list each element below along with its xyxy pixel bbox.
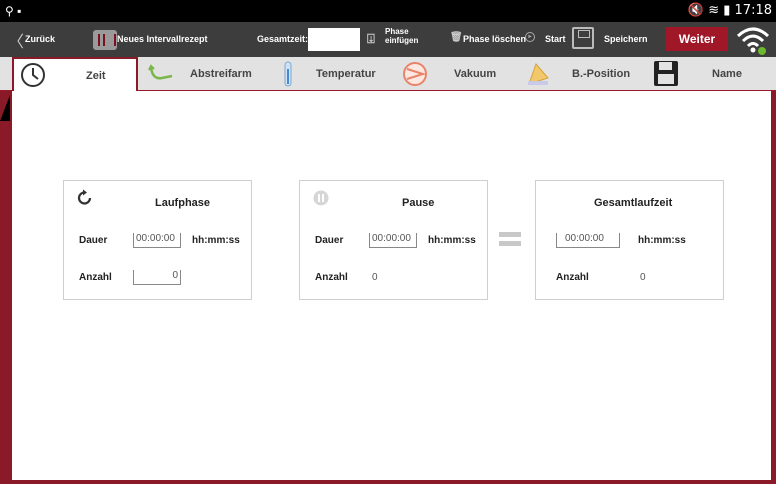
tab-b-position[interactable]: B.-Position (524, 57, 644, 91)
tab-label: Vakuum (454, 68, 497, 80)
insert-phase-button[interactable]: Phase einfügen (385, 27, 418, 45)
recipe-title: Neues Intervallrezept (117, 34, 208, 44)
save-button[interactable]: Speichern (604, 34, 648, 44)
tab-name[interactable]: Name (652, 57, 772, 91)
status-icons-left: ⚲ ▪ (5, 4, 22, 18)
pause-icon (313, 190, 329, 206)
app-logo-icon (93, 30, 117, 50)
run-duration-input[interactable]: 00:00:00 (133, 233, 181, 248)
floppy-disk-icon[interactable] (572, 27, 594, 49)
pause-duration-value: 00:00:00 (372, 233, 411, 244)
tab-label: Name (712, 68, 742, 80)
card-title: Laufphase (155, 197, 211, 209)
insert-phase-label-1: Phase (385, 27, 409, 36)
container-position-icon (528, 63, 549, 85)
count-label: Anzahl (315, 272, 348, 283)
count-label: Anzahl (79, 272, 112, 283)
refresh-icon (77, 189, 92, 205)
equals-icon (499, 232, 521, 247)
time-unit: hh:mm:ss (192, 235, 240, 246)
next-button[interactable]: Weiter (666, 27, 728, 51)
insert-phase-icon[interactable]: ⍗ (367, 31, 375, 47)
scraper-arm-icon (148, 64, 173, 80)
duration-label: Dauer (79, 235, 108, 246)
clock-icon (21, 63, 45, 87)
time-unit: hh:mm:ss (428, 235, 476, 246)
pause-duration-input[interactable]: 00:00:00 (369, 233, 417, 248)
tab-label: B.-Position (572, 68, 631, 80)
thermometer-icon (284, 61, 292, 87)
vacuum-icon (403, 62, 427, 86)
tab-label: Temperatur (316, 68, 376, 80)
status-icons-right: 🔇 ≋ ▮ 17:18 (688, 3, 772, 18)
back-button[interactable]: Zurück (25, 34, 55, 44)
status-icons: 🔇 ≋ ▮ (687, 3, 731, 18)
tab-bar: Zeit Abstreifarm Temperatur Vakuum B.-Po… (0, 57, 776, 92)
count-label: Anzahl (556, 272, 589, 283)
card-title: Pause (402, 197, 435, 209)
total-time-label: Gesamtzeit: (257, 34, 309, 44)
main-content: Laufphase Dauer 00:00:00 hh:mm:ss Anzahl… (12, 91, 771, 480)
tab-label: Abstreifarm (190, 68, 252, 80)
total-count-value: 0 (640, 272, 646, 283)
pointer-arrow-icon (0, 95, 10, 121)
run-phase-card: Laufphase Dauer 00:00:00 hh:mm:ss Anzahl… (63, 180, 252, 300)
start-button[interactable]: Start (545, 34, 566, 44)
tab-abstreifarm[interactable]: Abstreifarm (140, 57, 270, 91)
play-circle-icon[interactable]: ▸ (525, 32, 535, 42)
tab-label: Zeit (86, 70, 106, 82)
action-bar: 〈 Zurück Neues Intervallrezept Gesamtzei… (0, 22, 776, 57)
run-duration-value: 00:00:00 (136, 233, 175, 244)
status-bar: ⚲ ▪ 🔇 ≋ ▮ 17:18 (0, 0, 776, 22)
card-title: Gesamtlaufzeit (594, 197, 673, 209)
status-clock: 17:18 (734, 3, 772, 18)
delete-phase-button[interactable]: Phase löschen (463, 34, 526, 44)
time-unit: hh:mm:ss (638, 235, 686, 246)
pause-count-value: 0 (372, 272, 378, 283)
duration-label: Dauer (315, 235, 344, 246)
insert-phase-label-2: einfügen (385, 36, 419, 45)
pause-card: Pause Dauer 00:00:00 hh:mm:ss Anzahl 0 (299, 180, 488, 300)
tab-zeit[interactable]: Zeit (12, 57, 138, 92)
total-duration-value: 00:00:00 (565, 233, 604, 244)
floppy-disk-icon (654, 61, 678, 86)
chevron-left-icon[interactable]: 〈 (8, 28, 24, 52)
wifi-icon (736, 27, 770, 55)
run-count-value: 0 (172, 270, 178, 281)
trash-icon[interactable]: 🗑 (450, 32, 463, 43)
tab-temperatur[interactable]: Temperatur (276, 57, 396, 91)
tab-vakuum[interactable]: Vakuum (398, 57, 498, 91)
total-time-input[interactable] (308, 28, 360, 51)
total-duration-display: 00:00:00 (556, 233, 620, 248)
total-runtime-card: Gesamtlaufzeit 00:00:00 hh:mm:ss Anzahl … (535, 180, 724, 300)
run-count-input[interactable]: 0 (133, 270, 181, 285)
